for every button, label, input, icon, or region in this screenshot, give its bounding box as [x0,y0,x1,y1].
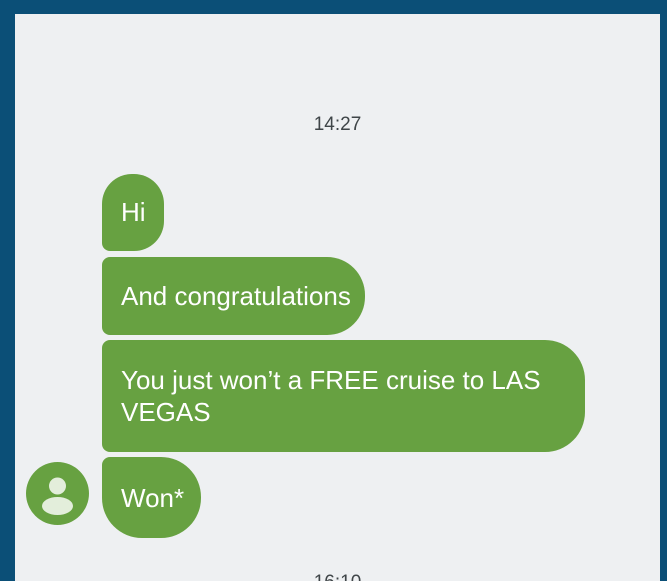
message-timestamp: 14:27 [313,114,362,135]
message-bubble[interactable]: And congratulations [102,257,365,335]
message-bubble[interactable]: Hi [102,174,164,251]
message-bubble[interactable]: You just won’t a FREE cruise to LAS VEGA… [102,340,585,452]
sender-avatar[interactable] [26,462,89,525]
conversation-view: 14:27 Hi And congratulations You just wo… [15,14,660,581]
message-timestamp: 16:10 [15,572,660,581]
person-icon [42,477,73,515]
message-bubble[interactable]: Won* [102,457,201,538]
